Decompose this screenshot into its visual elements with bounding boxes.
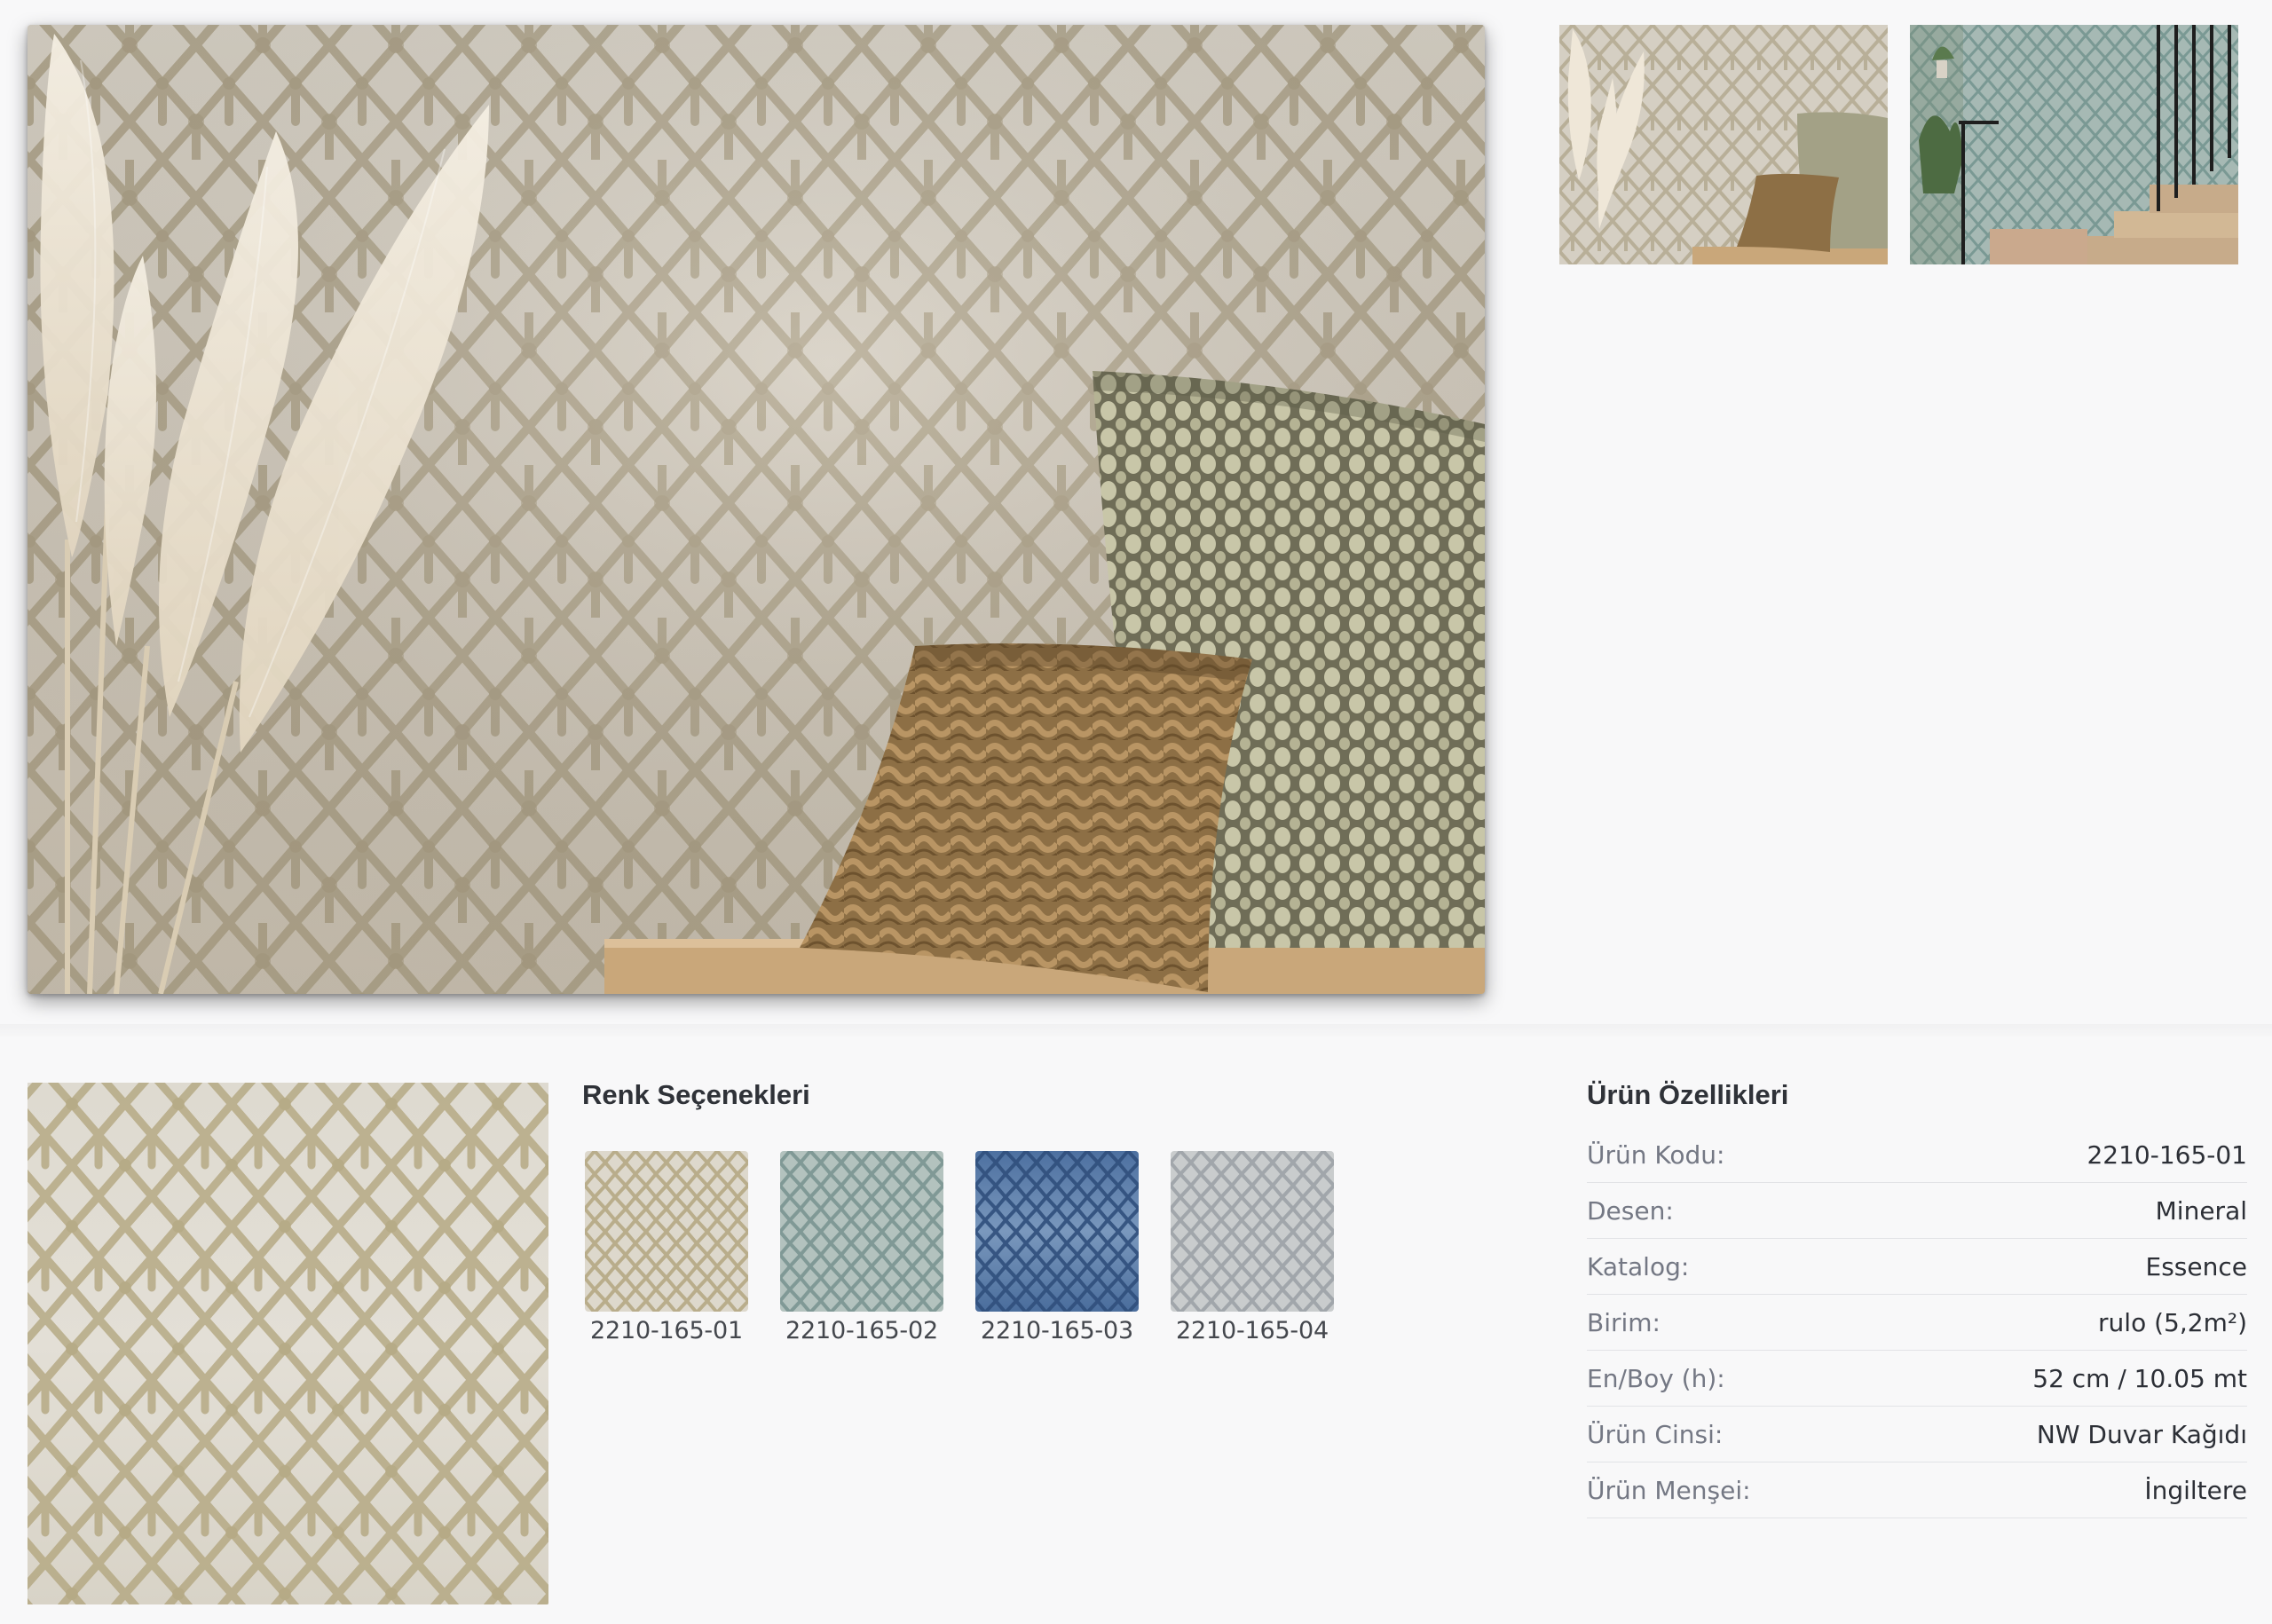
product-specs-title: Ürün Özellikleri bbox=[1587, 1079, 1789, 1110]
color-option-code: 2210-165-04 bbox=[1176, 1317, 1329, 1344]
spec-value: 52 cm / 10.05 mt bbox=[2032, 1363, 2247, 1393]
gallery-thumbnail-1[interactable] bbox=[1559, 25, 1888, 264]
section-divider bbox=[0, 1024, 2272, 1037]
spec-value: rulo (5,2m²) bbox=[2098, 1307, 2247, 1337]
spec-label: En/Boy (h): bbox=[1587, 1363, 1725, 1393]
color-option-2[interactable]: 2210-165-02 bbox=[780, 1151, 943, 1344]
color-option-code: 2210-165-03 bbox=[981, 1317, 1133, 1344]
spec-row-product-type: Ürün Cinsi: NW Duvar Kağıdı bbox=[1587, 1407, 2247, 1462]
spec-label: Ürün Menşei: bbox=[1587, 1475, 1751, 1505]
color-option-code: 2210-165-01 bbox=[590, 1317, 743, 1344]
color-chip[interactable] bbox=[585, 1151, 748, 1312]
spec-value: Mineral bbox=[2155, 1195, 2247, 1226]
main-product-image[interactable] bbox=[28, 25, 1485, 994]
color-chip[interactable] bbox=[1171, 1151, 1334, 1312]
color-options-title: Renk Seçenekleri bbox=[582, 1079, 810, 1110]
product-page: Renk Seçenekleri 2210-165-01 2210-165-02… bbox=[0, 0, 2272, 1624]
spec-value: 2210-165-01 bbox=[2087, 1139, 2247, 1170]
spec-row-dimensions: En/Boy (h): 52 cm / 10.05 mt bbox=[1587, 1351, 2247, 1407]
product-swatch-image[interactable] bbox=[28, 1083, 548, 1604]
spec-value: NW Duvar Kağıdı bbox=[2036, 1419, 2247, 1449]
spec-label: Ürün Cinsi: bbox=[1587, 1419, 1724, 1449]
spec-label: Birim: bbox=[1587, 1307, 1661, 1337]
spec-value: İngiltere bbox=[2144, 1475, 2247, 1505]
color-option-code: 2210-165-02 bbox=[785, 1317, 938, 1344]
color-chip[interactable] bbox=[975, 1151, 1139, 1312]
spec-row-product-code: Ürün Kodu: 2210-165-01 bbox=[1587, 1127, 2247, 1183]
color-option-4[interactable]: 2210-165-04 bbox=[1171, 1151, 1334, 1344]
gallery-thumbnail-2[interactable] bbox=[1910, 25, 2238, 264]
spec-row-unit: Birim: rulo (5,2m²) bbox=[1587, 1295, 2247, 1351]
spec-row-catalog: Katalog: Essence bbox=[1587, 1239, 2247, 1295]
spec-row-pattern: Desen: Mineral bbox=[1587, 1183, 2247, 1239]
spec-label: Desen: bbox=[1587, 1195, 1674, 1226]
spec-label: Katalog: bbox=[1587, 1251, 1690, 1281]
spec-row-origin: Ürün Menşei: İngiltere bbox=[1587, 1462, 2247, 1518]
spec-value: Essence bbox=[2145, 1251, 2247, 1281]
product-specs-table: Ürün Kodu: 2210-165-01 Desen: Mineral Ka… bbox=[1587, 1127, 2247, 1518]
color-chip[interactable] bbox=[780, 1151, 943, 1312]
color-option-3[interactable]: 2210-165-03 bbox=[975, 1151, 1139, 1344]
spec-label: Ürün Kodu: bbox=[1587, 1139, 1725, 1170]
color-option-1[interactable]: 2210-165-01 bbox=[585, 1151, 748, 1344]
